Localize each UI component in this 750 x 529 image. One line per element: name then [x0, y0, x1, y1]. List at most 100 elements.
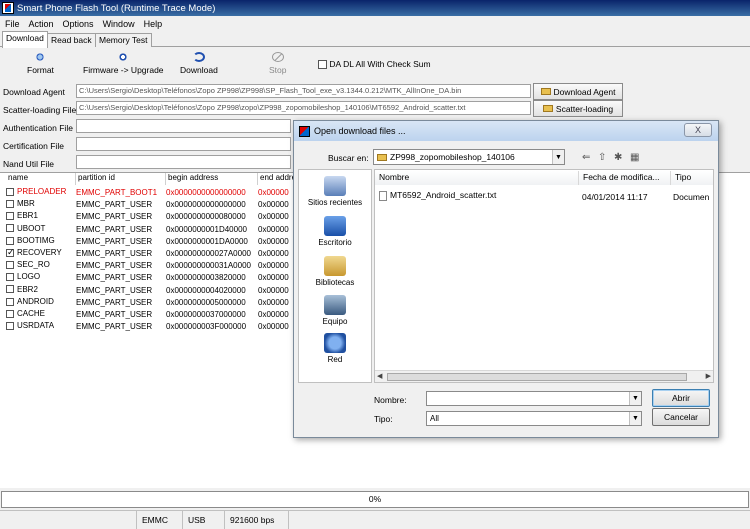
cancel-button[interactable]: Cancelar	[652, 408, 710, 426]
partition-checkbox[interactable]	[6, 236, 14, 245]
partition-name-cell: UBOOT	[6, 224, 45, 233]
partition-id: EMMC_PART_USER	[76, 249, 153, 258]
format-icon	[34, 52, 47, 62]
file-list: Nombre Fecha de modifica... Tipo MT6592_…	[374, 169, 714, 383]
partition-checkbox[interactable]	[6, 187, 14, 196]
download-agent-path[interactable]: C:\Users\Sergio\Desktop\Teléfonos\Zopo Z…	[76, 84, 531, 98]
view-menu-icon[interactable]: ▦	[630, 152, 639, 163]
scatter-loading-button-label: Scatter-loading	[555, 103, 614, 114]
tab-read-back[interactable]: Read back	[47, 33, 96, 47]
da-checksum-option[interactable]: DA DL All With Check Sum	[318, 59, 431, 70]
table-row[interactable]: SEC_RO EMMC_PART_USER 0x000000000031A0000 0…	[0, 260, 300, 272]
end-address: 0x00000	[258, 273, 289, 283]
cert-file-path[interactable]	[76, 137, 291, 151]
partition-checkbox[interactable]	[6, 309, 14, 318]
col-header-nombre[interactable]: Nombre	[375, 171, 579, 185]
table-row[interactable]: MBR EMMC_PART_USER 0x0000000000000000 0x000…	[0, 199, 300, 211]
partition-checkbox[interactable]	[6, 200, 14, 209]
chevron-down-icon[interactable]: ▼	[629, 392, 641, 405]
up-folder-icon[interactable]: ⇧	[598, 152, 606, 163]
tab-memory-test[interactable]: Memory Test	[95, 33, 152, 47]
partition-checkbox[interactable]	[6, 273, 14, 282]
begin-address: 0x0000000000000000	[166, 188, 246, 197]
chevron-down-icon[interactable]: ▼	[629, 412, 641, 425]
table-row[interactable]: BOOTIMG EMMC_PART_USER 0x0000000001DA0000 0…	[0, 236, 300, 248]
table-row[interactable]: CACHE EMMC_PART_USER 0x0000000037000000 0x0…	[0, 309, 300, 321]
tab-strip: Download Read back Memory Test	[0, 31, 750, 48]
begin-address: 0x0000000000080000	[166, 212, 246, 222]
place-network[interactable]: Red	[299, 333, 371, 364]
end-address: 0x00000	[258, 236, 289, 246]
auth-file-path[interactable]	[76, 119, 291, 133]
download-agent-button[interactable]: Download Agent	[533, 83, 623, 100]
lookin-dropdown[interactable]: ZP998_zopomobileshop_140106 ▼	[373, 149, 565, 165]
col-header-tipo[interactable]: Tipo	[671, 171, 713, 185]
partition-name: UBOOT	[17, 223, 46, 233]
download-button[interactable]: Download	[180, 52, 218, 75]
menu-action[interactable]: Action	[29, 19, 54, 29]
col-header-name[interactable]: name	[0, 173, 76, 185]
scroll-left-icon[interactable]: ◀	[377, 372, 382, 380]
partition-name: BOOTIMG	[17, 235, 55, 245]
partition-name: USRDATA	[17, 321, 55, 331]
firmware-upgrade-icon	[117, 52, 130, 62]
partition-checkbox[interactable]	[6, 261, 14, 270]
menu-file[interactable]: File	[5, 19, 20, 29]
menu-help[interactable]: Help	[144, 19, 163, 29]
partition-checkbox[interactable]	[6, 212, 14, 221]
filetype-value: All	[430, 414, 439, 423]
scroll-right-icon[interactable]: ▶	[706, 372, 711, 380]
folder-icon	[377, 153, 387, 161]
table-row[interactable]: PRELOADER EMMC_PART_BOOT1 0x00000000000000…	[0, 187, 300, 199]
da-checksum-checkbox[interactable]	[318, 60, 327, 70]
place-libraries[interactable]: Bibliotecas	[299, 256, 371, 287]
firmware-upgrade-button[interactable]: Firmware -> Upgrade	[83, 52, 164, 75]
place-desktop[interactable]: Escritorio	[299, 216, 371, 247]
table-row[interactable]: EBR1 EMMC_PART_USER 0x0000000000080000 0x00…	[0, 211, 300, 223]
table-row[interactable]: USRDATA EMMC_PART_USER 0x000000003F000000 0…	[0, 321, 300, 333]
partition-checkbox[interactable]	[6, 297, 14, 306]
col-header-partition[interactable]: partition id	[76, 173, 166, 185]
col-header-end[interactable]: end addre	[258, 173, 298, 185]
horizontal-scrollbar[interactable]: ◀ ▶	[375, 370, 713, 382]
new-folder-icon[interactable]: ✱	[614, 152, 622, 163]
chevron-down-icon[interactable]: ▼	[552, 150, 564, 164]
menu-window[interactable]: Window	[103, 19, 135, 29]
format-button[interactable]: Format	[27, 52, 54, 75]
back-arrow-icon[interactable]: ⇐	[582, 152, 590, 163]
lookin-value: ZP998_zopomobileshop_140106	[390, 152, 515, 162]
progress-bar: 0%	[1, 491, 749, 508]
table-row[interactable]: LOGO EMMC_PART_USER 0x0000000003820000 0x00…	[0, 272, 300, 284]
status-bar: EMMC USB 921600 bps	[0, 510, 750, 529]
partition-checkbox[interactable]	[6, 224, 14, 233]
scatter-file-path[interactable]: C:\Users\Sergio\Desktop\Teléfonos\Zopo Z…	[76, 101, 531, 115]
table-row[interactable]: UBOOT EMMC_PART_USER 0x0000000001D40000 0x0…	[0, 224, 300, 236]
scatter-loading-button[interactable]: Scatter-loading	[533, 100, 623, 117]
file-date: 04/01/2014 11:17	[582, 192, 648, 202]
partition-name-cell: LOGO	[6, 272, 40, 281]
dialog-close-button[interactable]: X	[684, 123, 712, 137]
filename-input[interactable]: ▼	[426, 391, 642, 406]
col-header-fecha[interactable]: Fecha de modifica...	[579, 171, 671, 185]
partition-checkbox[interactable]	[6, 247, 15, 258]
text-file-icon	[379, 190, 387, 201]
stop-button[interactable]: Stop	[269, 52, 287, 75]
tab-download[interactable]: Download	[2, 31, 48, 48]
open-button[interactable]: Abrir	[652, 389, 710, 407]
scroll-thumb[interactable]	[387, 373, 687, 381]
file-row[interactable]: MT6592_Android_scatter.txt 04/01/2014 11…	[375, 188, 713, 202]
place-computer[interactable]: Equipo	[299, 295, 371, 326]
partition-checkbox[interactable]	[6, 322, 14, 331]
partition-checkbox[interactable]	[6, 285, 14, 294]
place-recent[interactable]: Sitios recientes	[299, 176, 371, 207]
table-row[interactable]: RECOVERY EMMC_PART_USER 0x000000000027A000…	[0, 247, 300, 260]
filetype-select[interactable]: All ▼	[426, 411, 642, 426]
scatter-file-label: Scatter-loading File	[3, 105, 77, 115]
partition-name: RECOVERY	[17, 248, 62, 257]
table-row[interactable]: ANDROID EMMC_PART_USER 0x0000000005000000 0…	[0, 297, 300, 309]
table-row[interactable]: EBR2 EMMC_PART_USER 0x0000000004020000 0x00…	[0, 285, 300, 297]
begin-address: 0x0000000003820000	[166, 273, 246, 283]
menu-options[interactable]: Options	[63, 19, 94, 29]
col-header-begin[interactable]: begin address	[166, 173, 258, 185]
nand-util-path[interactable]	[76, 155, 291, 169]
